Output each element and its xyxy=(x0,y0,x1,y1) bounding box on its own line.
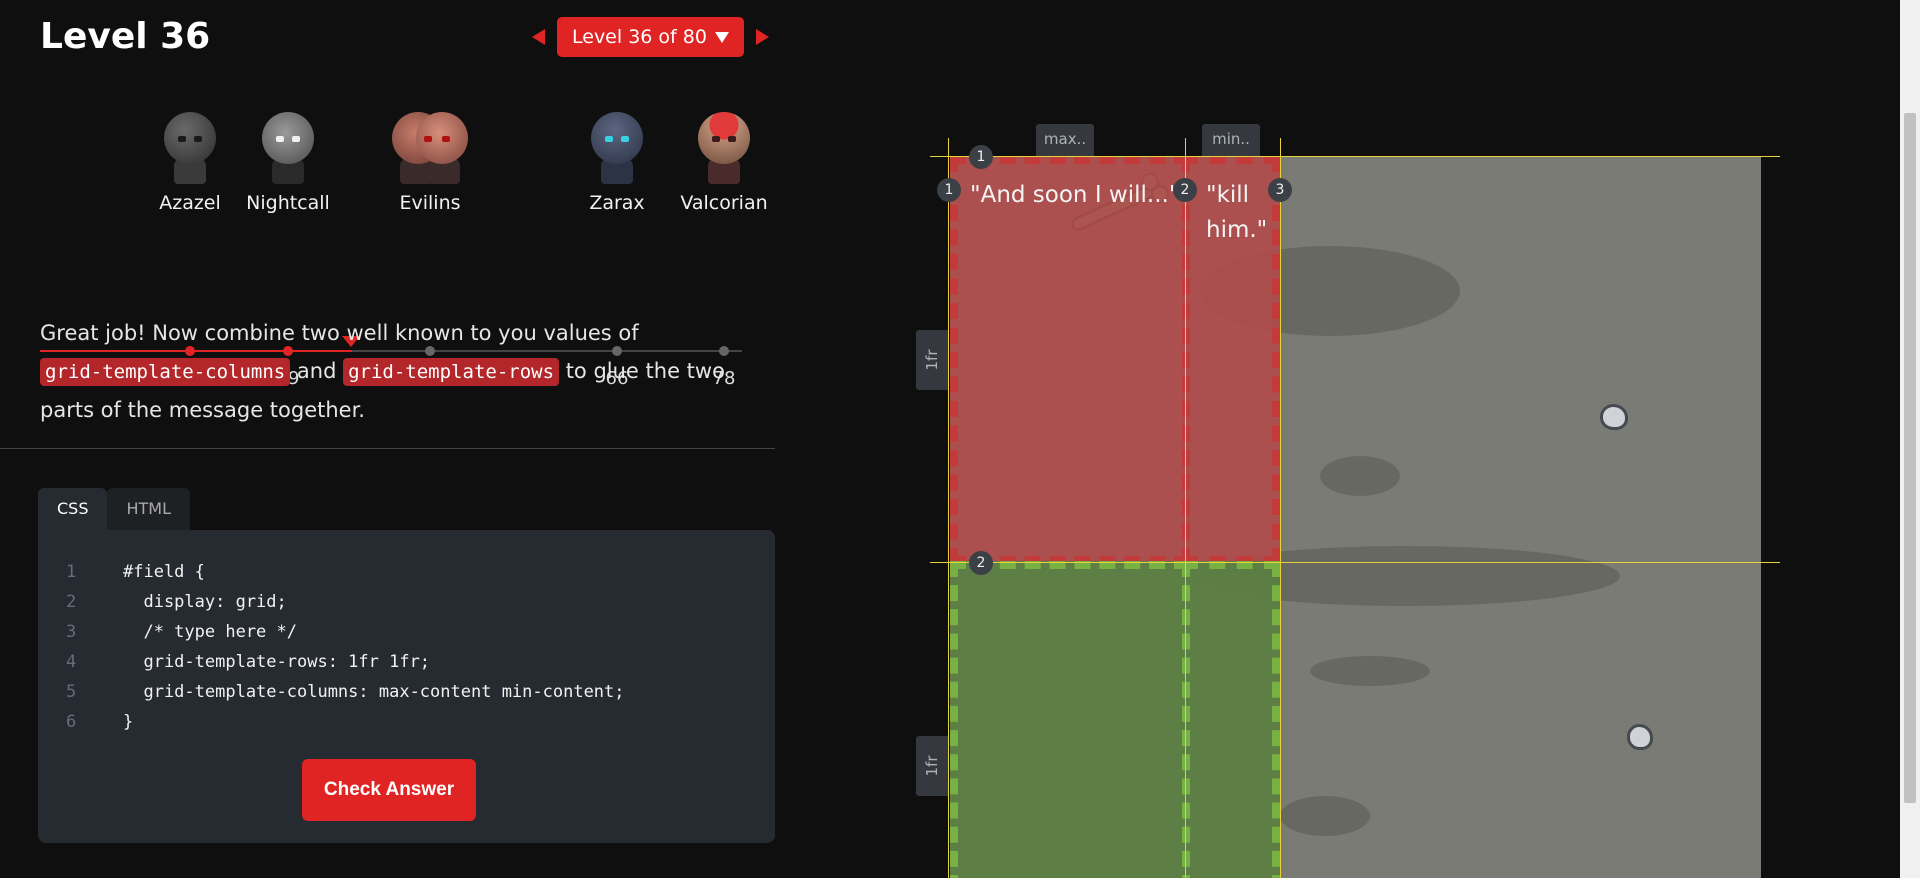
azazel-avatar-icon xyxy=(162,110,218,186)
line-number: 5 xyxy=(66,682,77,702)
message-part-2-line-2: him." xyxy=(1206,217,1268,243)
grid-column-line xyxy=(1280,138,1281,878)
code-line[interactable]: 1 #field { xyxy=(66,557,625,587)
column-line-number-badge: 2 xyxy=(1173,178,1197,202)
character-nightcall[interactable]: Nightcall xyxy=(233,110,343,214)
row-track-label-text: 1fr xyxy=(923,349,941,371)
divider xyxy=(0,448,775,449)
character-name: Azazel xyxy=(159,192,221,214)
code-text[interactable]: grid-template-columns: max-content min-c… xyxy=(123,677,624,707)
character-valcorian[interactable]: Valcorian xyxy=(669,110,779,214)
instructions-text-1: Great job! Now combine two well known to… xyxy=(40,321,639,345)
code-chip-rows: grid-template-rows xyxy=(343,358,560,386)
character-azazel[interactable]: Azazel xyxy=(135,110,245,214)
ground-patch xyxy=(1320,456,1400,496)
red-cell-1 xyxy=(950,156,1190,564)
character-name: Evilins xyxy=(399,192,461,214)
game-field: "And soon I will..." "kill him." xyxy=(950,156,1761,878)
row-line-number-badge: 1 xyxy=(969,145,993,169)
instructions-panel: Level 36 Level 36 of 80 Azazel Nightcall… xyxy=(0,0,776,878)
grid-column-line xyxy=(1185,138,1186,878)
valcorian-avatar-icon xyxy=(696,110,752,186)
column-line-number-badge: 1 xyxy=(937,178,961,202)
character-name: Nightcall xyxy=(246,192,330,214)
level-instructions: Great job! Now combine two well known to… xyxy=(40,314,770,429)
character-evilins[interactable]: Evilins xyxy=(375,110,485,214)
code-line[interactable]: 2 display: grid; xyxy=(66,587,625,617)
rock-icon xyxy=(1600,404,1628,430)
column-track-label: min.. xyxy=(1202,124,1260,156)
code-editor[interactable]: 1 #field {2 display: grid; 3 /* type here … xyxy=(38,530,775,843)
row-track-label: 1fr xyxy=(916,736,948,796)
row-track-label: 1fr xyxy=(916,330,948,390)
message-part-1: "And soon I will..." xyxy=(970,182,1180,208)
line-number: 6 xyxy=(66,712,77,732)
previous-level-arrow-icon[interactable] xyxy=(532,29,545,45)
grid-row-line xyxy=(930,156,1780,157)
tab-html[interactable]: HTML xyxy=(107,488,191,530)
nightcall-avatar-icon xyxy=(260,110,316,186)
code-text[interactable]: #field { xyxy=(123,557,205,587)
instructions-and: and xyxy=(296,359,337,383)
character-name: Zarax xyxy=(589,192,645,214)
level-navigation: Level 36 of 80 xyxy=(532,17,769,57)
code-lines[interactable]: 1 #field {2 display: grid; 3 /* type here … xyxy=(66,557,625,737)
scrollbar-thumb[interactable] xyxy=(1904,113,1916,803)
grid-row-line xyxy=(930,562,1780,563)
code-text[interactable]: display: grid; xyxy=(123,587,286,617)
caret-down-icon xyxy=(714,31,729,43)
tab-css[interactable]: CSS xyxy=(38,488,108,530)
evilins-avatar-icon xyxy=(390,110,470,186)
editor-tabs: CSS HTML xyxy=(38,488,191,530)
page-scrollbar[interactable] xyxy=(1900,0,1920,878)
code-text[interactable]: /* type here */ xyxy=(123,617,297,647)
code-text[interactable]: } xyxy=(123,707,133,737)
grid-column-line xyxy=(948,138,949,878)
row-track-label-text: 1fr xyxy=(923,755,941,777)
character-zarax[interactable]: Zarax xyxy=(562,110,672,214)
green-cell-1 xyxy=(950,561,1190,878)
level-select-button[interactable]: Level 36 of 80 xyxy=(557,17,744,57)
check-answer-button[interactable]: Check Answer xyxy=(302,759,476,821)
line-number: 2 xyxy=(66,592,77,612)
line-number: 3 xyxy=(66,622,77,642)
boss-progress: Azazel Nightcall Evilins Zarax Valcorian… xyxy=(0,110,779,389)
code-line[interactable]: 4 grid-template-rows: 1fr 1fr; xyxy=(66,647,625,677)
line-number: 4 xyxy=(66,652,77,672)
column-line-number-badge: 3 xyxy=(1268,178,1292,202)
code-text[interactable]: grid-template-rows: 1fr 1fr; xyxy=(123,647,430,677)
code-line[interactable]: 5 grid-template-columns: max-content min… xyxy=(66,677,625,707)
green-cell-2 xyxy=(1182,561,1280,878)
level-select-label: Level 36 of 80 xyxy=(572,26,707,48)
column-track-label: max.. xyxy=(1036,124,1094,156)
character-name: Valcorian xyxy=(680,192,768,214)
rock-icon xyxy=(1627,724,1653,750)
next-level-arrow-icon[interactable] xyxy=(755,29,769,45)
code-line[interactable]: 3 /* type here */ xyxy=(66,617,625,647)
row-line-number-badge: 2 xyxy=(969,551,993,575)
message-part-2-line-1: "kill xyxy=(1206,182,1250,208)
ground-patch xyxy=(1280,796,1370,836)
page-title: Level 36 xyxy=(40,16,211,57)
zarax-avatar-icon xyxy=(589,110,645,186)
ground-patch xyxy=(1310,656,1430,686)
code-chip-columns: grid-template-columns xyxy=(40,358,291,386)
code-line[interactable]: 6} xyxy=(66,707,625,737)
line-number: 1 xyxy=(66,562,77,582)
